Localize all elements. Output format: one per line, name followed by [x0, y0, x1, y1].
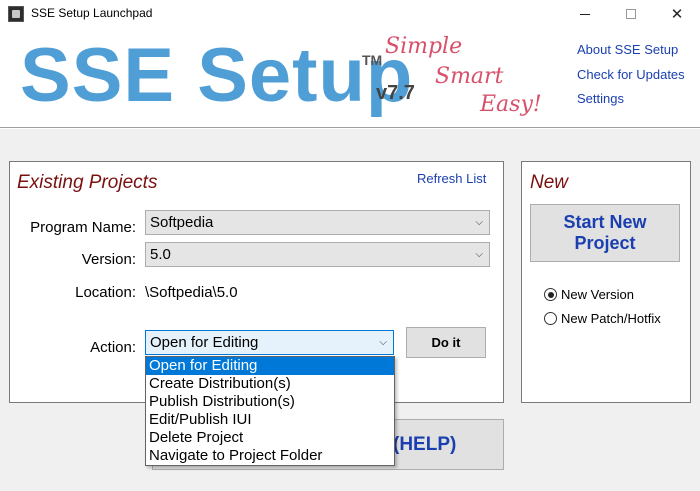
tagline-smart: Smart: [435, 64, 504, 89]
location-label: Location:: [75, 284, 136, 301]
radio-checked-icon: [544, 288, 557, 301]
action-select[interactable]: Open for Editing ⌵: [145, 330, 394, 355]
dropdown-option-edit-publish-iui[interactable]: Edit/Publish IUI: [146, 411, 394, 429]
chevron-down-icon: ⌵: [475, 249, 483, 260]
dropdown-option-open-editing[interactable]: Open for Editing: [146, 357, 394, 375]
existing-projects-title: Existing Projects: [17, 172, 158, 193]
new-project-panel: [521, 161, 691, 403]
about-link[interactable]: About SSE Setup: [577, 42, 678, 57]
header: SSE Setup TM v7.7 Simple Smart Easy! Abo…: [0, 28, 700, 128]
logo-text: SSE Setup: [20, 33, 414, 118]
dropdown-option-publish-distribution[interactable]: Publish Distribution(s): [146, 393, 394, 411]
close-button[interactable]: ✕: [654, 0, 700, 28]
action-dropdown-list[interactable]: Open for Editing Create Distribution(s) …: [145, 356, 395, 466]
dropdown-option-create-distribution[interactable]: Create Distribution(s): [146, 375, 394, 393]
minimize-icon: [580, 13, 590, 15]
title-bar[interactable]: SSE Setup Launchpad ✕: [0, 0, 700, 28]
start-new-project-button[interactable]: Start New Project: [530, 204, 680, 262]
tagline-easy: Easy!: [480, 92, 542, 117]
radio-unchecked-icon: [544, 312, 557, 325]
dropdown-option-navigate-folder[interactable]: Navigate to Project Folder: [146, 447, 394, 465]
version-label: Version:: [81, 251, 136, 268]
maximize-icon: [626, 9, 636, 19]
new-version-radio[interactable]: New Version: [544, 287, 634, 302]
new-panel-title: New: [530, 172, 569, 193]
logo-version: v7.7: [376, 82, 415, 104]
new-patch-radio[interactable]: New Patch/Hotfix: [544, 311, 661, 326]
program-name-select[interactable]: Softpedia ⌵: [145, 210, 490, 235]
maximize-button[interactable]: [608, 0, 654, 28]
refresh-list-link[interactable]: Refresh List: [417, 171, 486, 186]
program-name-value: Softpedia: [150, 214, 214, 231]
minimize-button[interactable]: [562, 0, 608, 28]
window-title: SSE Setup Launchpad: [31, 6, 153, 20]
location-value: \Softpedia\5.0: [145, 284, 238, 301]
version-value: 5.0: [150, 246, 171, 263]
tagline-simple: Simple: [385, 34, 463, 59]
help-button-label: (HELP): [393, 434, 457, 455]
chevron-down-icon: ⌵: [475, 217, 483, 228]
close-icon: ✕: [670, 4, 684, 23]
settings-link[interactable]: Settings: [577, 91, 624, 106]
dropdown-option-delete-project[interactable]: Delete Project: [146, 429, 394, 447]
logo-trademark: TM: [362, 52, 383, 68]
action-label: Action:: [90, 339, 136, 356]
do-it-button[interactable]: Do it: [406, 327, 486, 358]
program-name-label: Program Name:: [30, 219, 136, 236]
app-icon: [8, 6, 24, 22]
chevron-down-icon: ⌵: [379, 337, 387, 348]
check-updates-link[interactable]: Check for Updates: [577, 67, 685, 82]
new-patch-label: New Patch/Hotfix: [561, 311, 661, 326]
action-value: Open for Editing: [150, 334, 259, 351]
new-version-label: New Version: [561, 287, 634, 302]
version-select[interactable]: 5.0 ⌵: [145, 242, 490, 267]
